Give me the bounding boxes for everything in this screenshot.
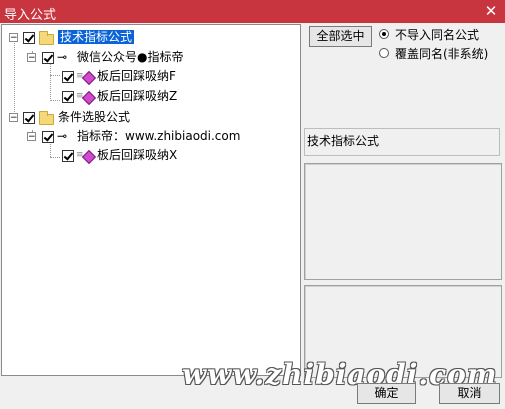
- tree-checkbox[interactable]: [23, 32, 35, 44]
- folder-icon: [39, 31, 54, 45]
- collapse-toggle-icon[interactable]: −: [27, 132, 36, 142]
- category-label: 技术指标公式: [304, 128, 500, 156]
- formula-description-box: [304, 163, 502, 280]
- tree-line: [50, 75, 60, 76]
- tree-node-label: 板后回踩吸纳X: [97, 148, 178, 162]
- tree-line: [50, 157, 60, 158]
- radio-no-import-same[interactable]: [379, 29, 389, 39]
- ok-button[interactable]: 确定: [357, 383, 416, 404]
- key-icon: ⊸: [57, 129, 68, 143]
- tree-line: [50, 61, 51, 101]
- collapse-toggle-icon[interactable]: −: [9, 33, 18, 43]
- title-bar: 导入公式 ✕: [0, 0, 505, 23]
- diamond-icon: [81, 149, 97, 165]
- tree-node-label: 技术指标公式: [58, 30, 135, 44]
- tree-checkbox[interactable]: [62, 91, 74, 103]
- key-icon: ⊸: [57, 50, 68, 64]
- tree-checkbox[interactable]: [62, 71, 74, 83]
- tree-node-label: 板后回踩吸纳F: [97, 69, 176, 83]
- radio-overwrite-same[interactable]: [379, 48, 389, 58]
- radio-no-import-same-label[interactable]: 不导入同名公式: [395, 26, 479, 43]
- tree-checkbox[interactable]: [62, 150, 74, 162]
- close-button[interactable]: ✕: [481, 0, 501, 22]
- diamond-icon: [81, 90, 97, 106]
- tree-node-label: 板后回踩吸纳Z: [97, 89, 178, 103]
- tree-checkbox[interactable]: [23, 112, 35, 124]
- tree-node-label: 条件选股公式: [58, 110, 131, 124]
- tree-checkbox[interactable]: [42, 52, 54, 64]
- collapse-toggle-icon[interactable]: −: [9, 113, 18, 123]
- tree-line: [14, 40, 15, 122]
- folder-icon: [39, 111, 54, 125]
- select-all-button[interactable]: 全部选中: [309, 26, 372, 47]
- diamond-icon: [81, 70, 97, 86]
- tree-node-label: 指标帝：www.zhibiaodi.com: [77, 129, 241, 143]
- tree-checkbox[interactable]: [42, 131, 54, 143]
- window-title: 导入公式: [4, 8, 57, 23]
- import-formula-dialog: − 技术指标公式 − ⊸ 微信公众号●指标帝 ≡ 板后回踩吸纳F ≡ 板后回踩吸…: [0, 23, 505, 409]
- collapse-toggle-icon[interactable]: −: [27, 53, 36, 63]
- formula-tree[interactable]: − 技术指标公式 − ⊸ 微信公众号●指标帝 ≡ 板后回踩吸纳F ≡ 板后回踩吸…: [1, 24, 301, 376]
- tree-node-label: 微信公众号●指标帝: [77, 50, 184, 64]
- radio-overwrite-same-label[interactable]: 覆盖同名(非系统): [395, 45, 488, 62]
- cancel-button[interactable]: 取消: [439, 383, 500, 404]
- tree-line: [50, 100, 60, 101]
